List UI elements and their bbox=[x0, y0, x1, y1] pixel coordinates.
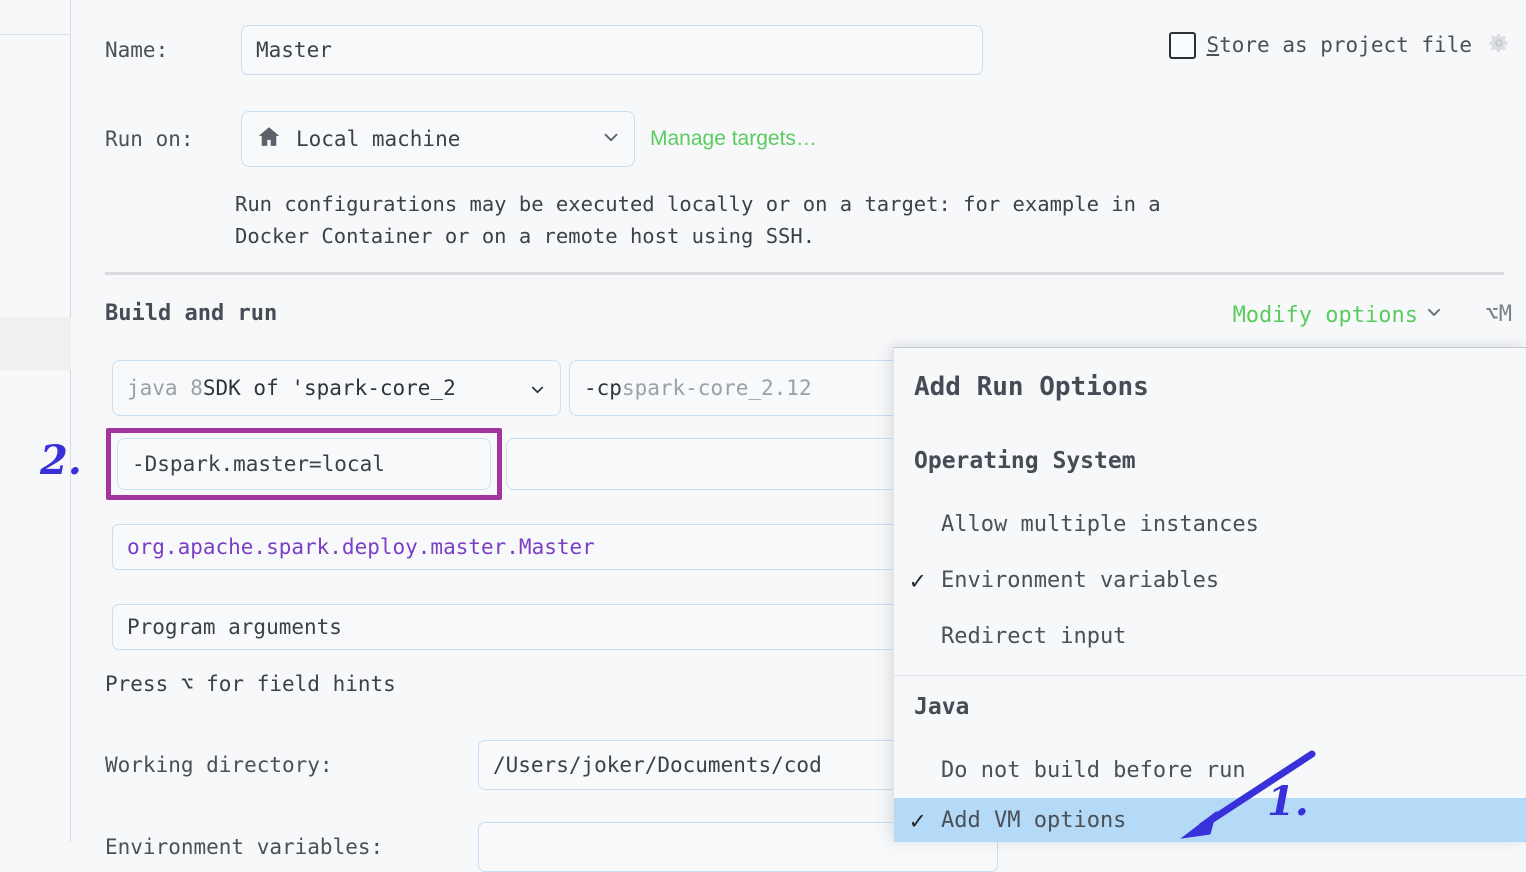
menu-item-redirect-input[interactable]: Redirect input bbox=[894, 615, 1526, 658]
menu-item-label: Environment variables bbox=[941, 568, 1220, 593]
home-icon bbox=[256, 124, 282, 155]
popup-title: Add Run Options bbox=[914, 372, 1149, 402]
gear-icon[interactable] bbox=[1486, 30, 1512, 60]
jdk-strong-text: SDK of 'spark-core_2 bbox=[202, 376, 456, 400]
name-row: Name: Master bbox=[105, 25, 983, 75]
run-on-row: Run on: Local machine Manage targets… bbox=[105, 111, 817, 167]
chevron-down-icon[interactable] bbox=[528, 380, 547, 404]
store-label-rest: tore as project file bbox=[1219, 33, 1472, 57]
field-hints-text: Press ⌥ for field hints bbox=[105, 672, 396, 696]
run-on-label: Run on: bbox=[105, 127, 194, 151]
run-on-select[interactable]: Local machine bbox=[241, 111, 635, 167]
name-label: Name: bbox=[105, 38, 169, 62]
environment-variables-label: Environment variables: bbox=[105, 835, 384, 859]
checkmark-icon: ✓ bbox=[909, 806, 926, 835]
classpath-dim-text: spark-core_2.12 bbox=[621, 376, 812, 400]
manage-targets-link[interactable]: Manage targets… bbox=[650, 127, 817, 151]
annotation-step-two: 2. bbox=[40, 437, 82, 484]
menu-item-label: Redirect input bbox=[941, 624, 1127, 649]
store-as-project-file-row[interactable]: Store as project file bbox=[1169, 30, 1512, 60]
program-arguments-input[interactable]: Program arguments bbox=[112, 604, 992, 650]
chevron-down-icon[interactable] bbox=[600, 126, 622, 153]
modify-options-button[interactable]: Modify options bbox=[1233, 302, 1444, 328]
environment-variables-row: Environment variables: bbox=[105, 822, 998, 872]
annotation-arrow-icon bbox=[1160, 748, 1320, 847]
working-directory-label: Working directory: bbox=[105, 753, 333, 777]
jdk-dim-prefix: java 8 bbox=[127, 376, 203, 400]
classpath-strong-text: -cp bbox=[584, 376, 622, 400]
modify-options-label: Modify options bbox=[1232, 302, 1418, 328]
sidebar-selected-row[interactable] bbox=[0, 317, 71, 370]
menu-item-label: Allow multiple instances bbox=[941, 512, 1259, 537]
name-input[interactable]: Master bbox=[241, 25, 983, 75]
build-and-run-header: Build and run bbox=[105, 301, 278, 326]
store-label-mnemonic: S bbox=[1206, 33, 1220, 57]
left-sidebar-rail bbox=[0, 0, 71, 842]
menu-item-environment-variables[interactable]: ✓ Environment variables bbox=[894, 559, 1526, 602]
working-directory-row: Working directory: /Users/joker/Document… bbox=[105, 740, 998, 790]
menu-group-operating-system: Operating System bbox=[914, 448, 1136, 474]
vm-options-highlight-box bbox=[106, 428, 502, 500]
chevron-down-icon bbox=[1424, 302, 1444, 328]
sidebar-divider bbox=[0, 34, 71, 35]
run-on-description: Run configurations may be executed local… bbox=[235, 192, 1161, 248]
checkmark-icon: ✓ bbox=[909, 566, 926, 595]
menu-group-java: Java bbox=[914, 694, 970, 720]
section-separator bbox=[105, 272, 1504, 275]
menu-item-label: Add VM options bbox=[941, 808, 1127, 833]
main-class-input[interactable]: org.apache.spark.deploy.master.Master bbox=[112, 524, 992, 570]
modify-options-shortcut: ⌥M bbox=[1485, 302, 1513, 327]
run-on-value: Local machine bbox=[296, 127, 461, 151]
menu-item-allow-multiple-instances[interactable]: Allow multiple instances bbox=[894, 503, 1526, 546]
store-as-project-file-label: Store as project file bbox=[1206, 33, 1472, 57]
jdk-select-field[interactable]: java 8 SDK of 'spark-core_2 bbox=[112, 360, 561, 416]
menu-divider bbox=[894, 675, 1526, 676]
store-as-project-file-checkbox[interactable] bbox=[1169, 31, 1197, 59]
